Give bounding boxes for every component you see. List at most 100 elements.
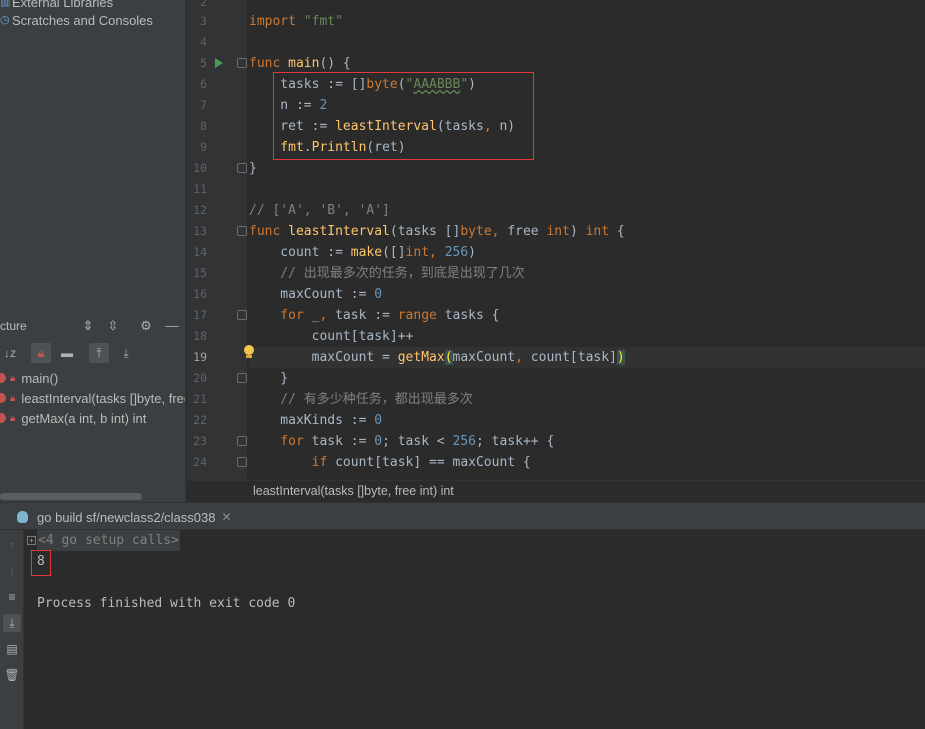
line-number: 13 bbox=[193, 224, 207, 238]
trash-icon[interactable]: 🗑︎ bbox=[3, 666, 21, 684]
print-icon[interactable]: ▤ bbox=[3, 640, 21, 658]
structure-header: cture ⇕ ⇳ ⚙ — bbox=[0, 314, 185, 338]
fold-marker-icon[interactable] bbox=[237, 163, 247, 173]
soft-wrap-icon[interactable]: ≡ bbox=[3, 588, 21, 606]
project-panel: ▥ External Libraries ◷ Scratches and Con… bbox=[0, 0, 186, 502]
code-line: func main() { bbox=[249, 56, 351, 71]
breadcrumb[interactable]: leastInterval(tasks []byte, free int) in… bbox=[187, 480, 925, 502]
autoscroll-to-source-icon[interactable]: ⤒ bbox=[89, 343, 109, 363]
line-number: 6 bbox=[200, 77, 207, 91]
run-toolwindow-header: go build sf/newclass2/class038 ✕ bbox=[0, 502, 925, 530]
line-number: 17 bbox=[193, 308, 207, 322]
line-number: 14 bbox=[193, 245, 207, 259]
line-number: 3 bbox=[200, 14, 207, 28]
program-output: 8 bbox=[37, 554, 45, 569]
scroll-to-end-icon[interactable]: ⤓ bbox=[3, 614, 21, 632]
library-icon: ▥ bbox=[0, 0, 11, 8]
function-icon bbox=[0, 413, 6, 423]
folder-icon[interactable]: ▬ bbox=[57, 343, 77, 363]
structure-item-leastinterval[interactable]: 🔒︎ leastInterval(tasks []byte, free int)… bbox=[0, 389, 185, 407]
code-line: import "fmt" bbox=[249, 14, 343, 29]
expand-all-icon[interactable]: ⇕ bbox=[80, 318, 96, 334]
code-line: } bbox=[249, 371, 289, 386]
lock-icon: 🔒︎ bbox=[10, 372, 16, 384]
project-item-label: Scratches and Consoles bbox=[12, 12, 153, 28]
line-number: 5 bbox=[200, 56, 207, 70]
run-toolbar: ↑ ↓ ≡ ⤓ ▤ 🗑︎ bbox=[0, 530, 24, 729]
line-number: 15 bbox=[193, 266, 207, 280]
fold-marker-icon[interactable] bbox=[237, 310, 247, 320]
show-non-public-icon[interactable]: 🔒︎ bbox=[31, 343, 51, 363]
line-number: 24 bbox=[193, 455, 207, 469]
code-line-current: maxCount = getMax(maxCount, count[task]) bbox=[249, 347, 925, 368]
code-line: // ['A', 'B', 'A'] bbox=[249, 203, 390, 218]
line-number: 7 bbox=[200, 98, 207, 112]
run-tab-label: go build sf/newclass2/class038 bbox=[37, 509, 216, 525]
code-area[interactable]: import "fmt" func main() { tasks := []by… bbox=[244, 0, 925, 480]
structure-item-getmax[interactable]: 🔒︎ getMax(a int, b int) int bbox=[0, 409, 146, 427]
autoscroll-from-source-icon[interactable]: ⤓ bbox=[116, 343, 136, 363]
line-number: 23 bbox=[193, 434, 207, 448]
project-item-label: External Libraries bbox=[12, 0, 114, 10]
code-line: maxKinds := 0 bbox=[249, 413, 383, 428]
line-number-current: 19 bbox=[193, 350, 207, 364]
console-output[interactable]: + <4 go setup calls> 8 Process finished … bbox=[25, 530, 925, 729]
structure-item-label: getMax(a int, b int) int bbox=[21, 410, 147, 426]
function-icon bbox=[0, 393, 6, 403]
setup-calls-label: <4 go setup calls> bbox=[37, 530, 180, 551]
structure-item-label: leastInterval(tasks []byte, free int) in… bbox=[21, 390, 185, 406]
code-line: for _, task := range tasks { bbox=[249, 308, 500, 323]
gopher-icon bbox=[16, 510, 29, 524]
hide-icon[interactable]: — bbox=[164, 318, 180, 334]
close-icon[interactable]: ✕ bbox=[222, 510, 232, 524]
collapse-all-icon[interactable]: ⇳ bbox=[105, 318, 121, 334]
code-line: } bbox=[249, 161, 257, 176]
structure-title: cture bbox=[0, 319, 27, 333]
code-line: func leastInterval(tasks []byte, free in… bbox=[249, 224, 625, 239]
fold-marker-icon[interactable] bbox=[237, 436, 247, 446]
line-number: 20 bbox=[193, 371, 207, 385]
process-finished-text: Process finished with exit code 0 bbox=[37, 596, 296, 611]
structure-item-label: main() bbox=[21, 370, 59, 386]
sort-alpha-icon[interactable]: ↓z bbox=[0, 343, 20, 363]
project-item-scratches[interactable]: ◷ Scratches and Consoles bbox=[0, 11, 153, 29]
expand-icon: + bbox=[27, 536, 36, 545]
line-number: 11 bbox=[193, 182, 207, 196]
line-number: 21 bbox=[193, 392, 207, 406]
line-number: 10 bbox=[193, 161, 207, 175]
gear-icon[interactable]: ⚙ bbox=[138, 318, 154, 334]
code-editor[interactable]: 2 3 4 5 6 7 8 9 10 11 12 13 14 15 16 17 … bbox=[187, 0, 925, 480]
fold-marker-icon[interactable] bbox=[237, 58, 247, 68]
fold-marker-icon[interactable] bbox=[237, 373, 247, 383]
structure-item-main[interactable]: 🔒︎ main() bbox=[0, 369, 58, 387]
editor-gutter: 2 3 4 5 6 7 8 9 10 11 12 13 14 15 16 17 … bbox=[187, 0, 247, 480]
line-number: 8 bbox=[200, 119, 207, 133]
line-number: 12 bbox=[193, 203, 207, 217]
setup-calls-fold[interactable]: + <4 go setup calls> bbox=[27, 530, 180, 551]
fold-marker-icon[interactable] bbox=[237, 457, 247, 467]
code-line: for task := 0; task < 256; task++ { bbox=[249, 434, 555, 449]
up-arrow-icon[interactable]: ↑ bbox=[3, 536, 21, 554]
structure-toolbar: ↓z 🔒︎ ▬ ⤒ ⤓ bbox=[0, 340, 185, 366]
code-line: // 出现最多次的任务，到底是出现了几次 bbox=[249, 266, 525, 281]
line-number: 16 bbox=[193, 287, 207, 301]
code-line: tasks := []byte("AAABBB") bbox=[249, 77, 476, 92]
code-line: count[task]++ bbox=[249, 329, 414, 344]
run-gutter-icon[interactable] bbox=[215, 58, 223, 68]
code-line: if count[task] == maxCount { bbox=[249, 455, 531, 470]
lightbulb-icon[interactable] bbox=[243, 345, 255, 359]
run-tab[interactable]: go build sf/newclass2/class038 ✕ bbox=[16, 506, 232, 528]
code-line: maxCount := 0 bbox=[249, 287, 383, 302]
code-line: // 有多少种任务，都出现最多次 bbox=[249, 392, 473, 407]
line-number: 22 bbox=[193, 413, 207, 427]
project-item-external-libraries[interactable]: ▥ External Libraries bbox=[0, 0, 113, 11]
code-line: n := 2 bbox=[249, 98, 328, 113]
code-line: fmt.Println(ret) bbox=[249, 140, 406, 155]
function-icon bbox=[0, 373, 6, 383]
down-arrow-icon[interactable]: ↓ bbox=[3, 562, 21, 580]
line-number: 4 bbox=[200, 35, 207, 49]
lock-icon: 🔒︎ bbox=[10, 412, 16, 424]
fold-marker-icon[interactable] bbox=[237, 226, 247, 236]
horizontal-scrollbar[interactable] bbox=[0, 493, 142, 500]
line-number: 18 bbox=[193, 329, 207, 343]
